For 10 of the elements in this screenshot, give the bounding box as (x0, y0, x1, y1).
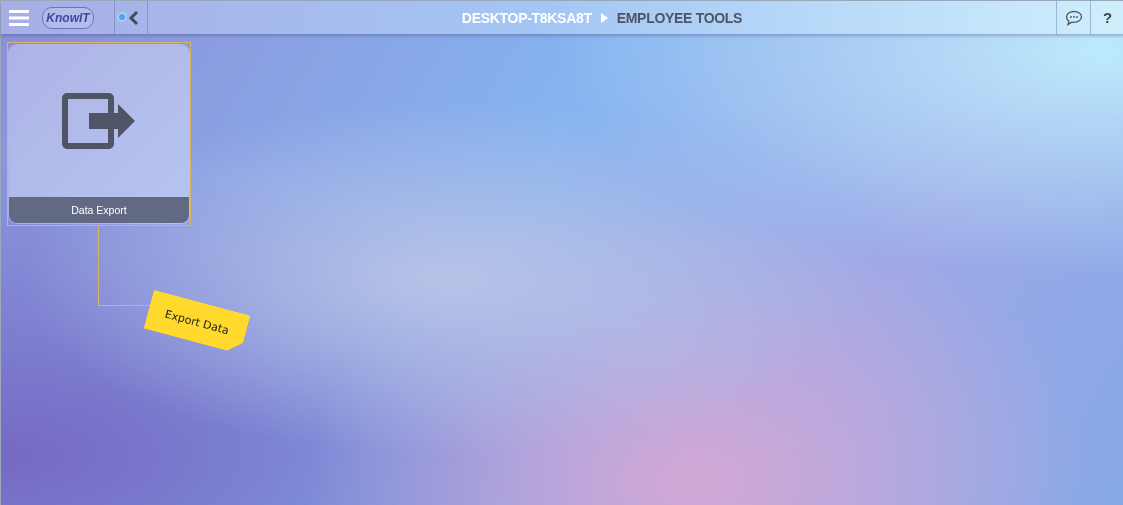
logo-text: KnowIT (46, 10, 90, 25)
help-button[interactable]: ? (1091, 1, 1123, 34)
breadcrumb-item[interactable]: EMPLOYEE TOOLS (616, 9, 743, 26)
note-text: Export Data (163, 307, 231, 337)
export-icon (62, 93, 136, 149)
caret-icon (600, 12, 608, 23)
export-tile[interactable]: Data Export (9, 45, 189, 223)
tile-label: Data Export (9, 197, 189, 223)
menu-icon (9, 9, 29, 26)
chat-icon (1064, 9, 1083, 26)
